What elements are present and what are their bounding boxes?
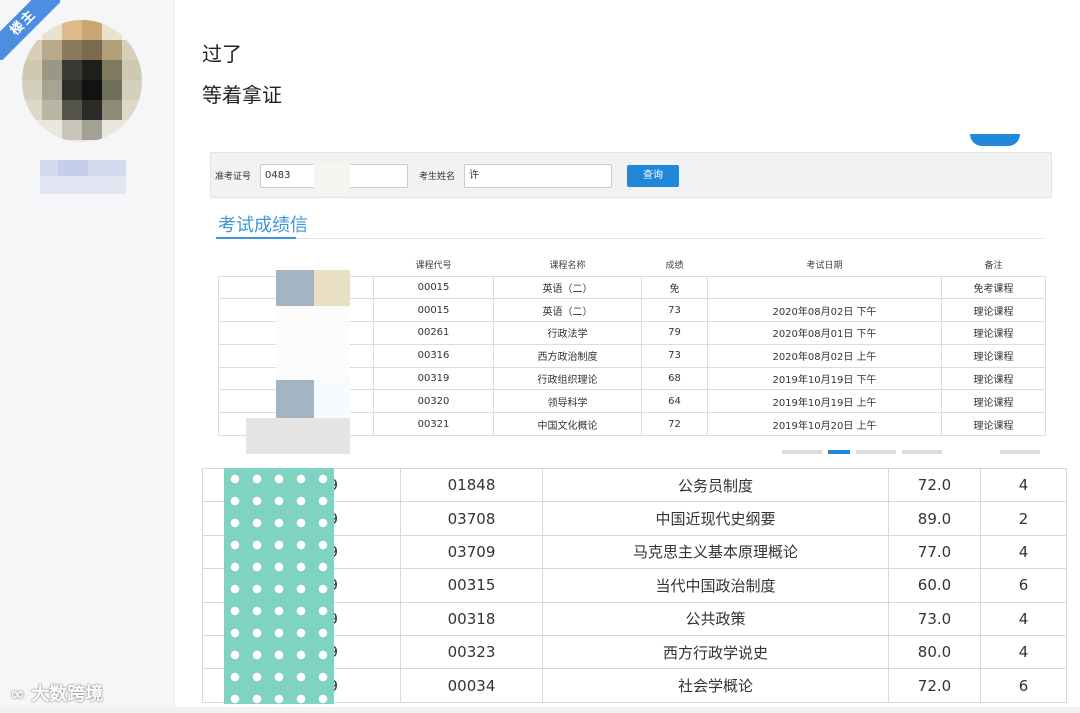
cell: 英语（二）	[493, 275, 642, 300]
ticket-label: 准考证号	[215, 172, 252, 182]
cell: 72.0	[888, 467, 981, 503]
pagination	[742, 450, 1042, 454]
cell: 03709	[400, 534, 543, 570]
cell: 77.0	[888, 534, 981, 570]
cell: 行政组织理论	[493, 366, 642, 391]
cell: 00316	[373, 343, 494, 368]
section-title-underline	[216, 237, 296, 239]
cell: 西方政治制度	[493, 343, 642, 368]
cell: 2	[980, 501, 1067, 536]
cell: 00323	[400, 634, 543, 670]
cell: 领导科学	[493, 389, 642, 414]
redaction-block	[276, 306, 350, 380]
cell: 理论课程	[941, 412, 1046, 437]
score-query-screenshot: 准考证号 0483 考生姓名 许 查询 考试成绩信 课程代号 课程名称 成绩 考…	[202, 128, 1062, 464]
cell: 00034	[400, 668, 543, 703]
post-line-2: 等着拿证	[202, 83, 282, 107]
cell: 2019年10月20日 上午	[707, 412, 942, 437]
username-redacted	[40, 160, 126, 194]
watermark-text: 大数跨境	[31, 684, 104, 705]
bottom-strip	[0, 707, 1080, 713]
cell: 中国近现代史纲要	[542, 501, 889, 536]
cell: 60.0	[888, 568, 981, 603]
cell: 00320	[373, 389, 494, 414]
cell: 免	[641, 275, 708, 300]
post-line-1: 过了	[202, 42, 242, 66]
watermark-label: ∞ 大数跨境	[10, 680, 103, 706]
polka-dot-redaction	[224, 468, 334, 704]
name-input[interactable]: 许	[464, 164, 612, 188]
header-cell: 课程代号	[415, 261, 452, 272]
cell: 80.0	[888, 634, 981, 670]
header-cell: 成绩	[665, 261, 684, 272]
cell: 西方行政学说史	[542, 634, 889, 670]
cell: 6	[980, 668, 1067, 703]
redaction-block	[276, 380, 314, 418]
cell: 当代中国政治制度	[542, 568, 889, 603]
cell: 6	[980, 568, 1067, 603]
header-cell: 课程名称	[549, 261, 586, 272]
redaction-block	[314, 162, 350, 196]
cell: 免考课程	[941, 275, 1046, 300]
cell: 00319	[373, 366, 494, 391]
cell: 01848	[400, 467, 543, 503]
user-sidebar: 楼主	[0, 0, 175, 713]
cell: 理论课程	[941, 343, 1046, 368]
cell: 理论课程	[941, 366, 1046, 391]
cell: 00318	[400, 601, 543, 636]
cell: 理论课程	[941, 321, 1046, 345]
cell: 64	[641, 389, 708, 414]
redaction-block	[276, 270, 314, 306]
cell: 79	[641, 321, 708, 345]
cell: 89.0	[888, 501, 981, 536]
cell: 2020年08月02日 上午	[707, 343, 942, 368]
cell: 4	[980, 467, 1067, 503]
cell: 00315	[400, 568, 543, 603]
cell: 公务员制度	[542, 467, 889, 503]
name-label: 考生姓名	[419, 172, 456, 182]
avatar[interactable]	[22, 20, 142, 142]
cell: 03708	[400, 501, 543, 536]
cell: 理论课程	[941, 389, 1046, 414]
cell: 行政法学	[493, 321, 642, 345]
cell: 2019年10月19日 下午	[707, 366, 942, 391]
cell: 72	[641, 412, 708, 437]
cell: 73	[641, 298, 708, 323]
redaction-block	[246, 418, 350, 454]
cell: 72.0	[888, 668, 981, 703]
cell: 社会学概论	[542, 668, 889, 703]
cell: 公共政策	[542, 601, 889, 636]
cell: 00015	[373, 275, 494, 300]
cell: 73.0	[888, 601, 981, 636]
cell: 英语（二）	[493, 298, 642, 323]
cell: 00321	[373, 412, 494, 437]
cell: 理论课程	[941, 298, 1046, 323]
course-table-screenshot: 59 01848 公务员制度 72.0 4 59 03708 中国近现代史纲要 …	[202, 467, 1067, 704]
section-title: 考试成绩信	[218, 215, 308, 236]
redaction-block	[314, 380, 350, 418]
cell: 00261	[373, 321, 494, 345]
redaction-block	[312, 208, 352, 238]
cell: 00015	[373, 298, 494, 323]
section-divider	[216, 238, 1044, 239]
top-button-fragment	[970, 134, 1020, 146]
header-cell: 备注	[984, 261, 1003, 272]
cell: 73	[641, 343, 708, 368]
redaction-block	[314, 270, 350, 306]
cell: 2019年10月19日 上午	[707, 389, 942, 414]
cell: 2020年08月02日 下午	[707, 298, 942, 323]
weibo-logo-icon: ∞	[10, 684, 25, 705]
cell: 4	[980, 534, 1067, 570]
query-button[interactable]: 查询	[627, 165, 679, 187]
cell: 4	[980, 601, 1067, 636]
cell: 2020年08月01日 下午	[707, 321, 942, 345]
cell: 4	[980, 634, 1067, 670]
cell: 68	[641, 366, 708, 391]
cell: 中国文化概论	[493, 412, 642, 437]
cell: 马克思主义基本原理概论	[542, 534, 889, 570]
cell	[707, 275, 942, 300]
header-cell: 考试日期	[806, 261, 843, 272]
